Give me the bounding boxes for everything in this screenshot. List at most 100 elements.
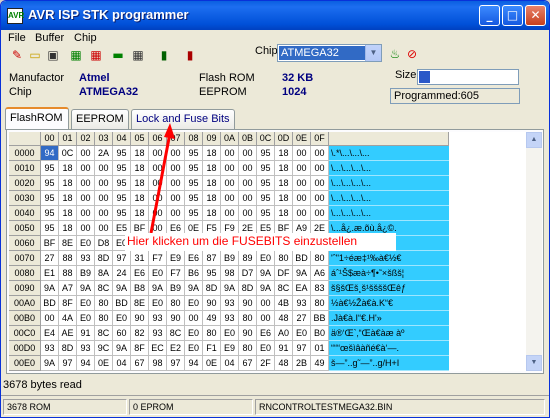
hex-cell[interactable]: 97: [113, 251, 131, 266]
hex-cell[interactable]: 88: [59, 251, 77, 266]
hex-cell[interactable]: 95: [185, 191, 203, 206]
hex-cell[interactable]: 9A: [77, 281, 95, 296]
hex-cell[interactable]: 24: [113, 266, 131, 281]
hex-cell[interactable]: 97: [167, 356, 185, 371]
hex-cell[interactable]: 00: [239, 176, 257, 191]
hex-cell[interactable]: B9: [167, 281, 185, 296]
hex-cell[interactable]: 88: [59, 266, 77, 281]
hex-cell[interactable]: E2: [167, 341, 185, 356]
hex-cell[interactable]: 00: [221, 146, 239, 161]
hex-cell[interactable]: E0: [185, 326, 203, 341]
hex-cell[interactable]: 48: [275, 311, 293, 326]
hex-cell[interactable]: 8F: [59, 296, 77, 311]
hex-cell[interactable]: 00: [221, 161, 239, 176]
hex-cell[interactable]: E0: [221, 326, 239, 341]
hex-cell[interactable]: 00: [77, 191, 95, 206]
hex-cell[interactable]: 67: [239, 356, 257, 371]
hex-cell[interactable]: 00: [167, 161, 185, 176]
hex-cell[interactable]: 00: [149, 146, 167, 161]
hex-cell[interactable]: 00: [77, 146, 95, 161]
hex-cell[interactable]: 49: [311, 356, 329, 371]
hex-cell[interactable]: 93: [221, 311, 239, 326]
ascii-cell[interactable]: ½à€½Žà€à.K“€: [329, 296, 449, 311]
hex-cell[interactable]: 18: [275, 146, 293, 161]
hex-cell[interactable]: 18: [59, 206, 77, 221]
hex-cell[interactable]: 00: [311, 191, 329, 206]
hex-cell[interactable]: 00: [221, 206, 239, 221]
write-icon[interactable]: ▦: [88, 47, 104, 63]
hex-cell[interactable]: 4B: [275, 296, 293, 311]
hex-cell[interactable]: 95: [113, 206, 131, 221]
hex-cell[interactable]: 00: [95, 161, 113, 176]
ascii-cell[interactable]: \...\...\...\...: [329, 176, 449, 191]
hex-cell[interactable]: 8E: [59, 236, 77, 251]
power-icon[interactable]: ♨: [387, 46, 403, 62]
hex-cell[interactable]: 80: [311, 296, 329, 311]
hex-cell[interactable]: 18: [131, 161, 149, 176]
hex-cell[interactable]: 80: [203, 326, 221, 341]
hex-cell[interactable]: E0: [257, 251, 275, 266]
hex-cell[interactable]: E0: [149, 266, 167, 281]
device-icon[interactable]: ▮: [182, 47, 198, 63]
hex-cell[interactable]: 95: [257, 206, 275, 221]
hex-cell[interactable]: 00: [293, 191, 311, 206]
hex-cell[interactable]: 0E: [95, 356, 113, 371]
hex-grid[interactable]: 00 01 02 03 04 05 06 07 08 09 0A 0B 0C 0D 0E 0F 0000 94 0C…: [9, 132, 527, 371]
hex-cell[interactable]: 95: [41, 206, 59, 221]
hex-cell[interactable]: 01: [311, 341, 329, 356]
hex-cell[interactable]: 00: [167, 146, 185, 161]
blank-check-icon[interactable]: ▦: [130, 47, 146, 63]
hex-cell[interactable]: 00: [77, 176, 95, 191]
lock-icon[interactable]: ▮: [156, 47, 172, 63]
hex-cell[interactable]: 00: [77, 221, 95, 236]
hex-cell[interactable]: 00: [41, 311, 59, 326]
hex-cell[interactable]: 95: [257, 176, 275, 191]
hex-cell[interactable]: 00: [239, 206, 257, 221]
hex-cell[interactable]: 60: [113, 326, 131, 341]
hex-cell[interactable]: 00: [239, 161, 257, 176]
hex-cell[interactable]: 95: [41, 221, 59, 236]
hex-cell[interactable]: 95: [203, 266, 221, 281]
hex-cell[interactable]: 8C: [167, 326, 185, 341]
save-icon[interactable]: ▣: [45, 47, 61, 63]
hex-cell[interactable]: 95: [257, 191, 275, 206]
hex-cell[interactable]: 00: [239, 146, 257, 161]
hex-cell[interactable]: 80: [275, 251, 293, 266]
hex-cell[interactable]: 49: [203, 311, 221, 326]
hex-cell[interactable]: E0: [185, 296, 203, 311]
hex-cell[interactable]: 94: [185, 356, 203, 371]
hex-cell[interactable]: 8D: [95, 251, 113, 266]
hex-cell[interactable]: 95: [41, 176, 59, 191]
hex-cell[interactable]: E0: [293, 326, 311, 341]
hex-cell[interactable]: BF: [41, 236, 59, 251]
hex-cell[interactable]: 95: [185, 146, 203, 161]
ascii-cell[interactable]: š—”..g˜—”..g/H+I: [329, 356, 449, 371]
hex-cell[interactable]: 95: [113, 146, 131, 161]
hex-cell[interactable]: E9: [167, 251, 185, 266]
hex-cell[interactable]: 00: [95, 221, 113, 236]
hex-cell[interactable]: 80: [239, 311, 257, 326]
vertical-scrollbar[interactable]: ▲ ▼: [526, 132, 542, 371]
hex-cell[interactable]: 9A: [41, 356, 59, 371]
hex-cell[interactable]: 93: [221, 296, 239, 311]
chevron-down-icon[interactable]: ▼: [365, 45, 381, 61]
hex-cell[interactable]: 00: [149, 176, 167, 191]
hex-cell[interactable]: F7: [167, 266, 185, 281]
ascii-cell[interactable]: .Jà€à.I“€.H'»: [329, 311, 449, 326]
hex-cell[interactable]: E0: [113, 311, 131, 326]
hex-cell[interactable]: 18: [131, 191, 149, 206]
hex-cell[interactable]: 80: [167, 296, 185, 311]
hex-cell[interactable]: 91: [275, 341, 293, 356]
hex-cell[interactable]: E0: [149, 296, 167, 311]
scroll-down-button[interactable]: ▼: [526, 355, 542, 371]
hex-cell[interactable]: 18: [59, 191, 77, 206]
hex-cell[interactable]: 2A: [95, 146, 113, 161]
hex-cell[interactable]: 90: [167, 311, 185, 326]
hex-cell[interactable]: 9A: [149, 281, 167, 296]
hex-cell[interactable]: 00: [257, 296, 275, 311]
hex-cell[interactable]: E1: [41, 266, 59, 281]
hex-cell[interactable]: A0: [275, 326, 293, 341]
hex-cell[interactable]: 18: [275, 206, 293, 221]
hex-cell[interactable]: 94: [41, 146, 59, 161]
hex-cell[interactable]: 9A: [257, 266, 275, 281]
